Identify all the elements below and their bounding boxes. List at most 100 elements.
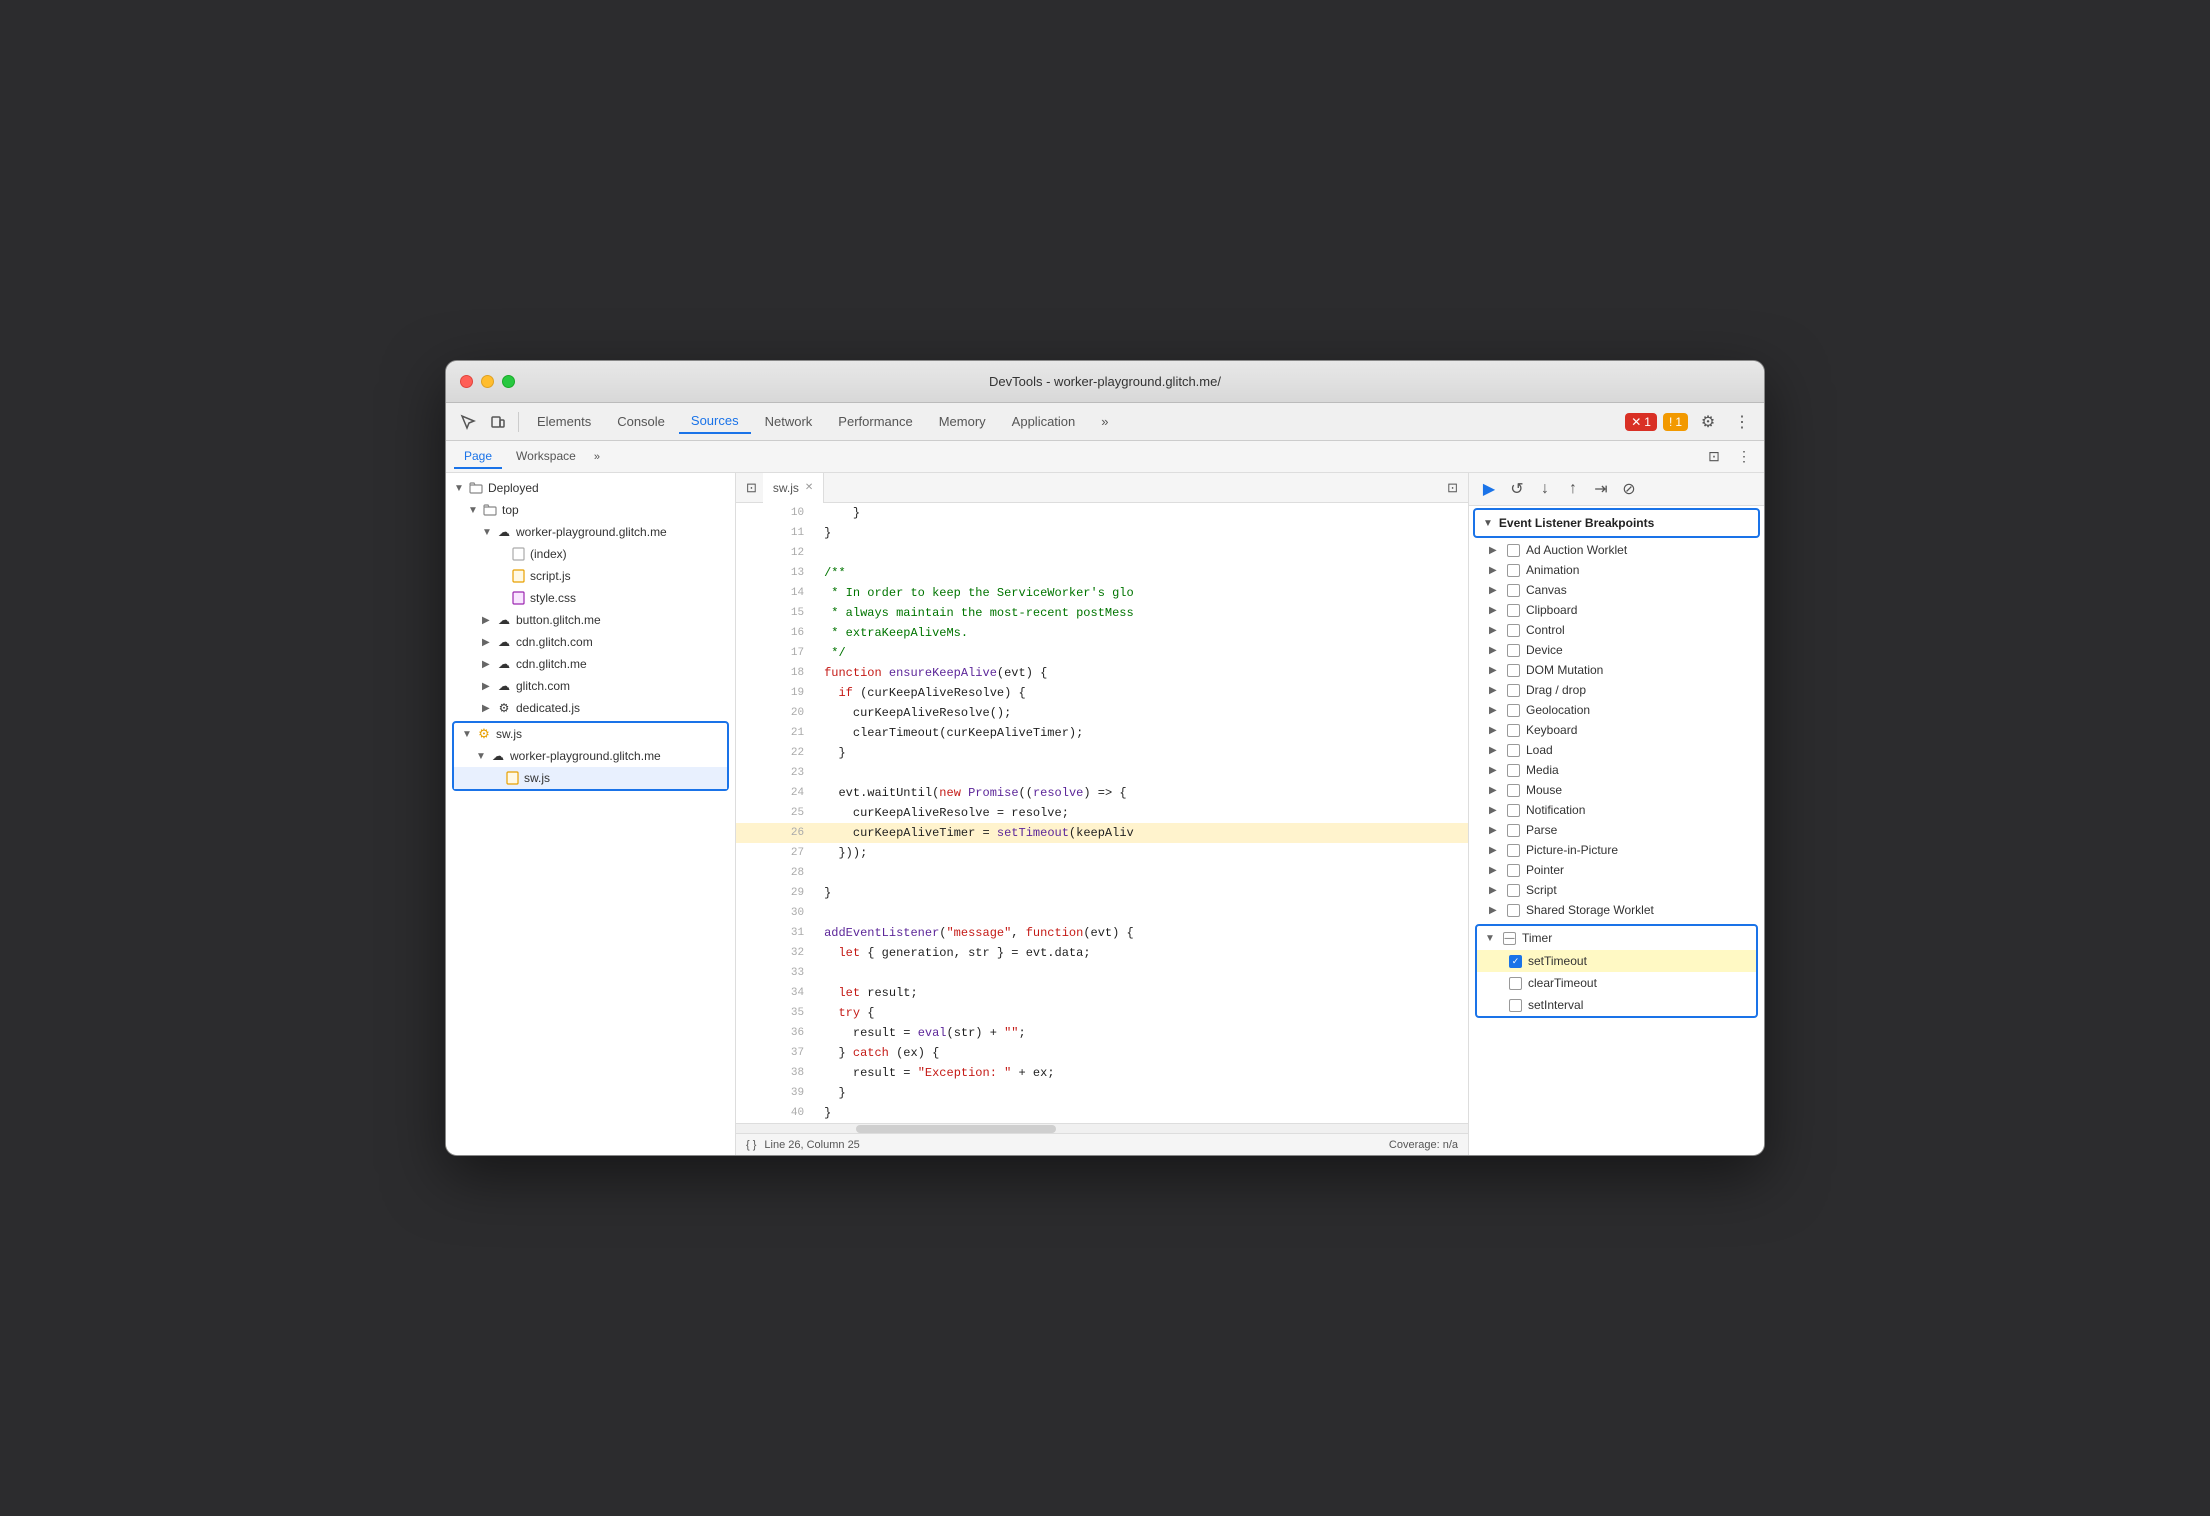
bp-device-checkbox[interactable]	[1507, 644, 1520, 657]
tree-worker-playground[interactable]: ▼ ☁ worker-playground.glitch.me	[446, 521, 735, 543]
tree-deployed[interactable]: ▼ Deployed	[446, 477, 735, 499]
traffic-lights	[460, 375, 515, 388]
tree-cdn-glitch-com[interactable]: ▶ ☁ cdn.glitch.com	[446, 631, 735, 653]
bp-load[interactable]: ▶ Load	[1469, 740, 1764, 760]
bp-ad-auction[interactable]: ▶ Ad Auction Worklet	[1469, 540, 1764, 560]
bp-control-checkbox[interactable]	[1507, 624, 1520, 637]
tab-close-icon[interactable]: ✕	[805, 482, 813, 493]
tree-glitch-com[interactable]: ▶ ☁ glitch.com	[446, 675, 735, 697]
bp-notification[interactable]: ▶ Notification	[1469, 800, 1764, 820]
minimize-button[interactable]	[481, 375, 494, 388]
sec-tab-workspace[interactable]: Workspace	[506, 445, 586, 469]
tab-console[interactable]: Console	[605, 410, 677, 433]
tab-sources[interactable]: Sources	[679, 409, 751, 434]
settimeout-checkbox[interactable]	[1509, 955, 1522, 968]
editor-tab-sw[interactable]: sw.js ✕	[763, 473, 824, 503]
sources-nav-icon[interactable]: ⊡	[1702, 445, 1726, 469]
bp-parse-checkbox[interactable]	[1507, 824, 1520, 837]
bp-media[interactable]: ▶ Media	[1469, 760, 1764, 780]
timer-item-setinterval[interactable]: setInterval	[1477, 994, 1756, 1016]
bp-parse[interactable]: ▶ Parse	[1469, 820, 1764, 840]
bp-shared-storage-checkbox[interactable]	[1507, 904, 1520, 917]
sec-tab-page[interactable]: Page	[454, 445, 502, 469]
bp-drag-drop[interactable]: ▶ Drag / drop	[1469, 680, 1764, 700]
tab-network[interactable]: Network	[753, 410, 825, 433]
format-icon[interactable]: { }	[746, 1139, 756, 1151]
tree-sw-js-file[interactable]: sw.js	[454, 767, 727, 789]
bp-ad-auction-checkbox[interactable]	[1507, 544, 1520, 557]
inspect-icon[interactable]	[454, 408, 482, 436]
bp-dom-mutation-checkbox[interactable]	[1507, 664, 1520, 677]
tree-style-css[interactable]: style.css	[446, 587, 735, 609]
bp-animation-checkbox[interactable]	[1507, 564, 1520, 577]
horizontal-scrollbar[interactable]	[736, 1123, 1468, 1133]
three-dots-icon[interactable]: ⋮	[1732, 445, 1756, 469]
sec-tab-more[interactable]: »	[590, 447, 604, 467]
more-options-icon[interactable]: ⋮	[1728, 408, 1756, 436]
timer-item-cleartimeout[interactable]: clearTimeout	[1477, 972, 1756, 994]
tab-performance[interactable]: Performance	[826, 410, 924, 433]
maximize-button[interactable]	[502, 375, 515, 388]
tree-dedicated-js[interactable]: ▶ ⚙ dedicated.js	[446, 697, 735, 719]
bp-pip-checkbox[interactable]	[1507, 844, 1520, 857]
tab-more[interactable]: »	[1089, 410, 1120, 433]
close-button[interactable]	[460, 375, 473, 388]
step-over-btn[interactable]: ↺	[1505, 477, 1529, 501]
code-line-13: 13 /**	[736, 563, 1468, 583]
bp-load-checkbox[interactable]	[1507, 744, 1520, 757]
step-out-btn[interactable]: ↑	[1561, 477, 1585, 501]
bp-device[interactable]: ▶ Device	[1469, 640, 1764, 660]
bp-geolocation-checkbox[interactable]	[1507, 704, 1520, 717]
bp-clipboard[interactable]: ▶ Clipboard	[1469, 600, 1764, 620]
deactivate-btn[interactable]: ⊘	[1617, 477, 1641, 501]
tree-index[interactable]: (index)	[446, 543, 735, 565]
bp-script-checkbox[interactable]	[1507, 884, 1520, 897]
tree-cdn-glitch-me[interactable]: ▶ ☁ cdn.glitch.me	[446, 653, 735, 675]
cleartimeout-checkbox[interactable]	[1509, 977, 1522, 990]
bp-pointer-checkbox[interactable]	[1507, 864, 1520, 877]
bp-canvas[interactable]: ▶ Canvas	[1469, 580, 1764, 600]
timer-item-settimeout[interactable]: setTimeout	[1477, 950, 1756, 972]
editor-expand-icon[interactable]: ⊡	[1441, 480, 1464, 496]
tab-memory[interactable]: Memory	[927, 410, 998, 433]
step-btn[interactable]: ⇥	[1589, 477, 1613, 501]
tab-application[interactable]: Application	[1000, 410, 1088, 433]
bp-clipboard-checkbox[interactable]	[1507, 604, 1520, 617]
bp-shared-storage[interactable]: ▶ Shared Storage Worklet	[1469, 900, 1764, 920]
error-badge[interactable]: ✕ 1	[1625, 413, 1657, 431]
resume-btn[interactable]: ▶	[1477, 477, 1501, 501]
settings-icon[interactable]: ⚙	[1694, 408, 1722, 436]
tree-sw-js-top[interactable]: ▼ ⚙ sw.js	[454, 723, 727, 745]
bp-drag-drop-checkbox[interactable]	[1507, 684, 1520, 697]
bp-geolocation[interactable]: ▶ Geolocation	[1469, 700, 1764, 720]
timer-header[interactable]: ▼ — Timer	[1477, 926, 1756, 950]
device-icon[interactable]	[484, 408, 512, 436]
bp-keyboard-checkbox[interactable]	[1507, 724, 1520, 737]
bp-mouse[interactable]: ▶ Mouse	[1469, 780, 1764, 800]
bp-pointer[interactable]: ▶ Pointer	[1469, 860, 1764, 880]
code-area[interactable]: 10 } 11 } 12	[736, 503, 1468, 1123]
step-into-btn[interactable]: ↓	[1533, 477, 1557, 501]
tree-script-js[interactable]: script.js	[446, 565, 735, 587]
bp-pip[interactable]: ▶ Picture-in-Picture	[1469, 840, 1764, 860]
tree-button-glitch[interactable]: ▶ ☁ button.glitch.me	[446, 609, 735, 631]
folder-icon-top	[482, 502, 498, 518]
bp-dom-mutation[interactable]: ▶ DOM Mutation	[1469, 660, 1764, 680]
bp-notification-checkbox[interactable]	[1507, 804, 1520, 817]
setinterval-checkbox[interactable]	[1509, 999, 1522, 1012]
tab-elements[interactable]: Elements	[525, 410, 603, 433]
bp-animation[interactable]: ▶ Animation	[1469, 560, 1764, 580]
tree-top[interactable]: ▼ top	[446, 499, 735, 521]
tree-worker-2[interactable]: ▼ ☁ worker-playground.glitch.me	[454, 745, 727, 767]
bp-media-checkbox[interactable]	[1507, 764, 1520, 777]
event-listener-header[interactable]: ▼ Event Listener Breakpoints	[1473, 508, 1760, 538]
code-line-11: 11 }	[736, 523, 1468, 543]
bp-mouse-checkbox[interactable]	[1507, 784, 1520, 797]
bp-canvas-checkbox[interactable]	[1507, 584, 1520, 597]
editor-nav-back-icon[interactable]: ⊡	[740, 480, 763, 496]
bp-control[interactable]: ▶ Control	[1469, 620, 1764, 640]
timer-parent-checkbox[interactable]: —	[1503, 932, 1516, 945]
warn-badge[interactable]: ! 1	[1663, 413, 1688, 431]
bp-keyboard[interactable]: ▶ Keyboard	[1469, 720, 1764, 740]
bp-script[interactable]: ▶ Script	[1469, 880, 1764, 900]
